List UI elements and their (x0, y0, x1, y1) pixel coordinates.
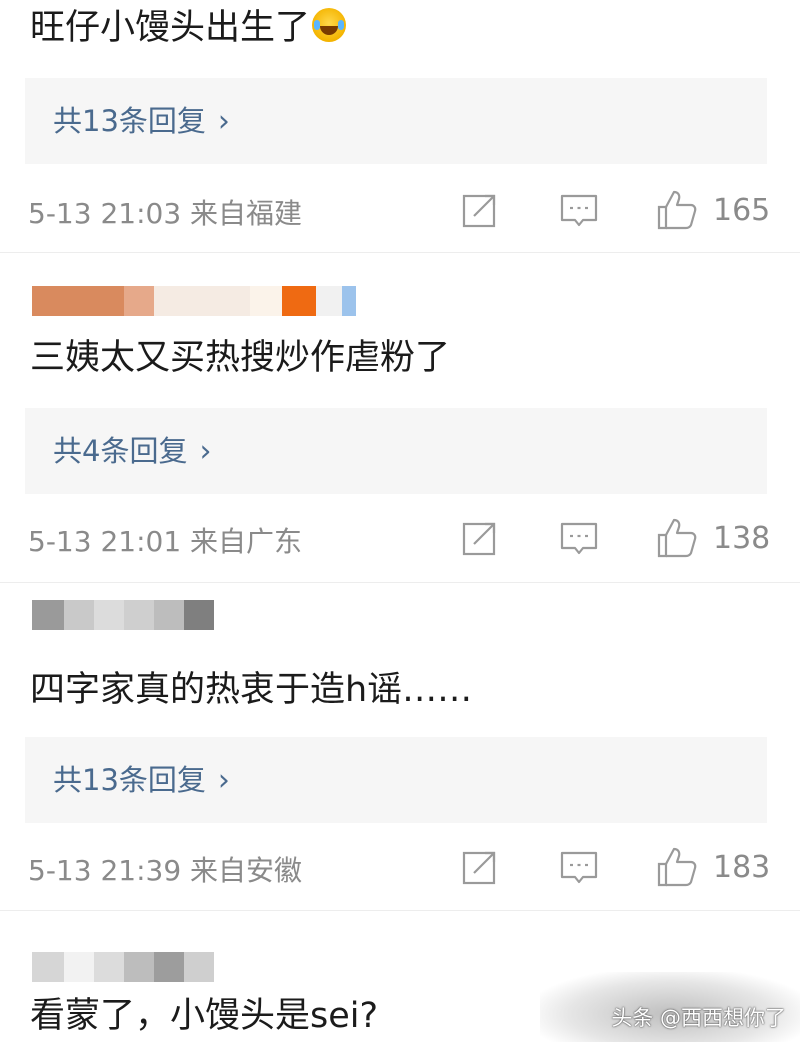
comment-icon[interactable] (557, 188, 601, 232)
replies-count-label: 共13条回复 (53, 763, 206, 797)
comment-text-content: 看蒙了，小馒头是sei? (30, 996, 379, 1036)
divider (0, 910, 800, 911)
chevron-right-icon: › (217, 763, 230, 798)
view-replies-link[interactable]: 共4条回复 › (53, 408, 211, 495)
comment-text: 看蒙了，小馒头是sei? (30, 994, 378, 1038)
reply-box[interactable]: 共13条回复 › (25, 737, 767, 823)
like-count: 165 (713, 192, 771, 228)
watermark: 头条 @西西想你了 (611, 1006, 786, 1030)
chevron-right-icon: › (199, 434, 212, 469)
comment-text-content: 三姨太又买热搜炒作虐粉了 (30, 338, 451, 378)
comment-meta: 5-13 21:01 来自广东 138 (0, 508, 800, 568)
share-icon[interactable] (458, 188, 502, 232)
comment-text-content: 四字家真的热衷于造h谣…… (30, 670, 473, 710)
comment-icon[interactable] (557, 516, 601, 560)
thumbs-up-icon (657, 847, 697, 887)
like-count: 183 (713, 849, 771, 885)
comment-text-content: 旺仔小馒头出生了 (30, 8, 311, 48)
chevron-right-icon: › (217, 104, 230, 139)
view-replies-link[interactable]: 共13条回复 › (53, 737, 230, 824)
thumbs-up-icon (657, 190, 697, 230)
view-replies-link[interactable]: 共13条回复 › (53, 78, 230, 165)
divider (0, 582, 800, 583)
comment-meta: 5-13 21:03 来自福建 165 (0, 180, 800, 240)
like-button[interactable]: 138 (655, 514, 770, 562)
divider (0, 252, 800, 253)
thumbs-up-icon (657, 518, 697, 558)
comment-text: 四字家真的热衷于造h谣…… (30, 668, 472, 712)
replies-count-label: 共4条回复 (53, 434, 188, 468)
share-icon[interactable] (458, 845, 502, 889)
laughing-tears-emoji-icon (312, 8, 347, 42)
like-button[interactable]: 183 (655, 843, 770, 891)
username-redacted (32, 952, 214, 982)
comment-icon[interactable] (557, 845, 601, 889)
reply-box[interactable]: 共13条回复 › (25, 78, 767, 164)
like-count: 138 (713, 520, 771, 556)
like-button[interactable]: 165 (655, 186, 770, 234)
username-redacted (32, 600, 214, 630)
comment-time-location: 5-13 21:03 来自福建 (28, 197, 303, 230)
comment-meta: 5-13 21:39 来自安徽 183 (0, 837, 800, 897)
username-redacted (32, 286, 356, 316)
reply-box[interactable]: 共4条回复 › (25, 408, 767, 494)
comment-text: 三姨太又买热搜炒作虐粉了 (30, 336, 450, 380)
comment-time-location: 5-13 21:39 来自安徽 (28, 854, 303, 887)
comment-time-location: 5-13 21:01 来自广东 (28, 525, 303, 558)
replies-count-label: 共13条回复 (53, 104, 206, 138)
share-icon[interactable] (458, 516, 502, 560)
comment-text: 旺仔小馒头出生了 (30, 6, 347, 50)
